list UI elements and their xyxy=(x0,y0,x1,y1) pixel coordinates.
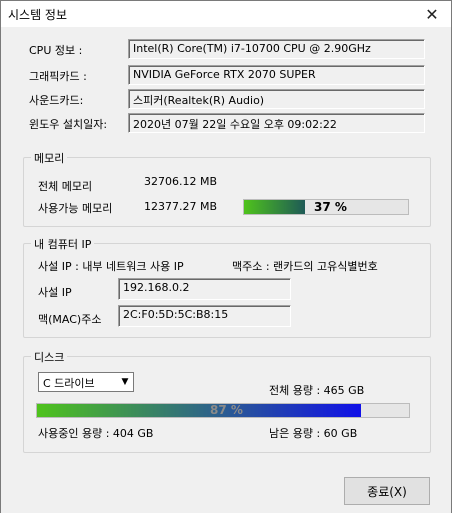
available-memory-label: 사용가능 메모리 xyxy=(38,202,113,215)
drive-select[interactable]: C 드라이브 ▼ xyxy=(38,372,134,392)
disk-used-label: 사용중인 용량 : 404 GB xyxy=(38,427,154,440)
network-group-title: 내 컴퓨터 IP xyxy=(31,236,95,252)
install-date-label: 윈도우 설치일자: xyxy=(29,118,108,131)
disk-total-label: 전체 용량 : 465 GB xyxy=(269,384,365,397)
private-ip-description: 사설 IP : 내부 네트워크 사용 IP xyxy=(38,260,184,273)
cpu-field: Intel(R) Core(TM) i7-10700 CPU @ 2.90GHz xyxy=(128,39,425,59)
total-memory-value: 32706.12 MB xyxy=(144,175,218,188)
sound-label: 사운드카드: xyxy=(29,94,84,107)
total-memory-label: 전체 메모리 xyxy=(38,180,93,193)
sound-field: 스피커(Realtek(R) Audio) xyxy=(128,89,425,109)
cpu-label: CPU 정보 : xyxy=(29,44,83,57)
available-memory-value: 12377.27 MB xyxy=(144,200,218,213)
mac-description: 맥주소 : 랜카드의 고유식별번호 xyxy=(232,260,378,273)
ip-label: 사설 IP xyxy=(38,286,72,299)
memory-progress-fill xyxy=(244,200,305,214)
disk-progress-fill xyxy=(37,404,361,417)
drive-select-value: C 드라이브 xyxy=(43,377,95,390)
close-icon[interactable]: ✕ xyxy=(413,1,451,27)
memory-percent-text: 37 % xyxy=(314,200,347,214)
mac-field: 2C:F0:5D:5C:B8:15 xyxy=(118,305,291,327)
disk-group-title: 디스크 xyxy=(31,349,68,365)
gpu-field: NVIDIA GeForce RTX 2070 SUPER xyxy=(128,65,425,85)
background-strip xyxy=(0,513,452,523)
disk-free-label: 남은 용량 : 60 GB xyxy=(269,427,358,440)
exit-button[interactable]: 종료(X) xyxy=(344,477,430,505)
memory-progress-bar: 37 % xyxy=(243,199,409,215)
mac-label: 맥(MAC)주소 xyxy=(38,313,102,326)
gpu-label: 그래픽카드 : xyxy=(29,70,87,83)
chevron-down-icon[interactable]: ▼ xyxy=(117,373,133,391)
install-date-field: 2020년 07월 22일 수요일 오후 09:02:22 xyxy=(128,113,425,133)
system-info-window: 시스템 정보 ✕ CPU 정보 : Intel(R) Core(TM) i7-1… xyxy=(0,0,452,523)
window-title: 시스템 정보 xyxy=(8,8,68,22)
ip-field: 192.168.0.2 xyxy=(118,278,291,300)
disk-progress-bar: 87 % xyxy=(36,403,410,418)
title-bar[interactable]: 시스템 정보 ✕ xyxy=(1,1,451,27)
memory-group-title: 메모리 xyxy=(31,150,68,166)
disk-percent-text: 87 % xyxy=(210,403,243,417)
